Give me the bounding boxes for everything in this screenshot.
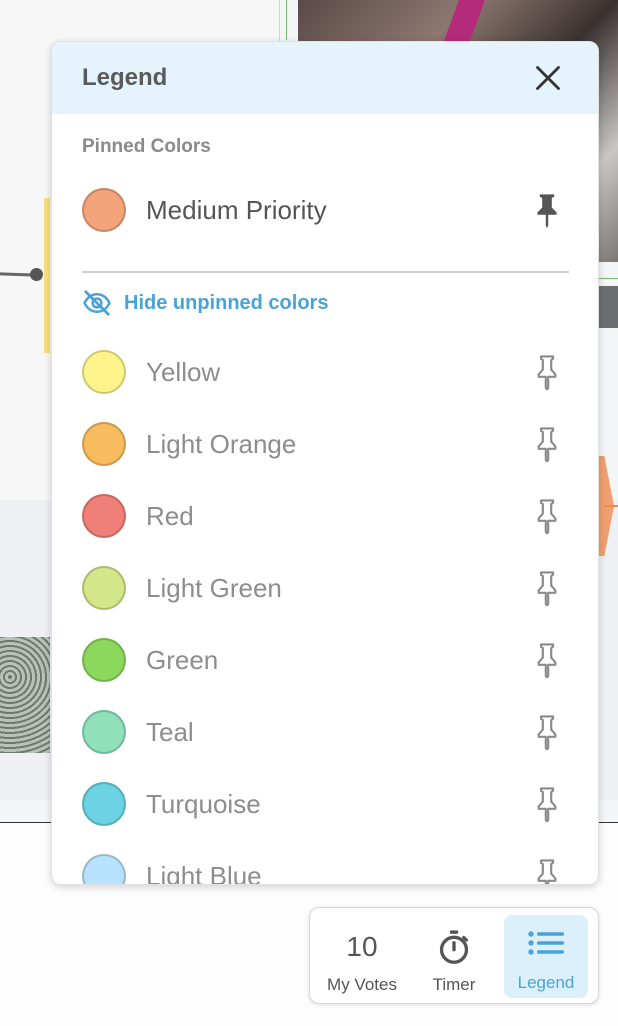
legend-item-red[interactable]: Red	[82, 492, 570, 540]
pin-outline-icon[interactable]	[532, 354, 562, 390]
canvas-connector-orange	[604, 505, 618, 507]
votes-count: 10	[346, 931, 378, 962]
divider	[82, 271, 569, 273]
canvas-sticky-note	[44, 198, 50, 353]
legend-item-green[interactable]: Green	[82, 636, 570, 684]
pin-outline-icon[interactable]	[532, 714, 562, 750]
color-swatch	[82, 854, 126, 884]
legend-item-label: Red	[146, 500, 194, 531]
color-swatch	[82, 638, 126, 682]
legend-item-light-orange[interactable]: Light Orange	[82, 420, 570, 468]
pin-outline-icon[interactable]	[532, 570, 562, 606]
pin-outline-icon[interactable]	[532, 426, 562, 462]
legend-item-light-green[interactable]: Light Green	[82, 564, 570, 612]
color-swatch	[82, 566, 126, 610]
pin-outline-icon[interactable]	[532, 642, 562, 678]
color-swatch	[82, 188, 126, 232]
legend-panel: Legend Pinned Colors Medium Priority Hid…	[51, 41, 599, 885]
legend-item-yellow[interactable]: Yellow	[82, 348, 570, 396]
legend-item-label: Light Green	[146, 572, 282, 603]
canvas-connector-line	[598, 278, 618, 279]
legend-button[interactable]: Legend	[504, 915, 588, 998]
color-swatch	[82, 494, 126, 538]
legend-item-label: Turquoise	[146, 788, 261, 819]
pin-outline-icon[interactable]	[532, 786, 562, 822]
timer-button[interactable]: Timer	[414, 915, 494, 998]
bottom-toolbar: 10 My Votes Timer Legend	[309, 907, 599, 1004]
votes-label: My Votes	[327, 975, 397, 994]
legend-item-label: Green	[146, 644, 219, 675]
pin-outline-icon[interactable]	[532, 858, 562, 885]
hide-unpinned-label: Hide unpinned colors	[124, 291, 329, 314]
pin-filled-icon[interactable]	[532, 192, 562, 228]
stopwatch-icon	[439, 930, 469, 964]
color-swatch	[82, 350, 126, 394]
legend-item-teal[interactable]: Teal	[82, 708, 570, 756]
canvas-shape	[598, 286, 618, 328]
legend-item-label: Yellow	[146, 356, 221, 387]
close-icon[interactable]	[534, 64, 562, 92]
color-swatch	[82, 710, 126, 754]
canvas-connector-endpoint	[30, 268, 43, 281]
eye-slash-icon	[83, 290, 111, 316]
legend-item-light-blue[interactable]: Light Blue	[82, 852, 570, 885]
canvas-image-fingerprint	[0, 637, 50, 753]
timer-label: Timer	[432, 975, 476, 994]
color-swatch	[82, 782, 126, 826]
legend-item-label: Medium Priority	[146, 194, 327, 225]
legend-item-label: Teal	[146, 716, 194, 747]
legend-title: Legend	[82, 64, 168, 91]
pinned-colors-heading: Pinned Colors	[82, 136, 211, 157]
hide-unpinned-button[interactable]: Hide unpinned colors	[82, 288, 328, 318]
my-votes-button[interactable]: 10 My Votes	[318, 915, 406, 998]
pin-outline-icon[interactable]	[532, 498, 562, 534]
legend-item-label: Light Blue	[146, 860, 262, 885]
legend-item-label: Light Orange	[146, 428, 297, 459]
list-icon	[528, 931, 564, 955]
legend-label: Legend	[517, 973, 575, 992]
color-swatch	[82, 422, 126, 466]
legend-item-turquoise[interactable]: Turquoise	[82, 780, 570, 828]
legend-header: Legend	[52, 42, 598, 114]
legend-item-medium-priority[interactable]: Medium Priority	[82, 186, 570, 234]
